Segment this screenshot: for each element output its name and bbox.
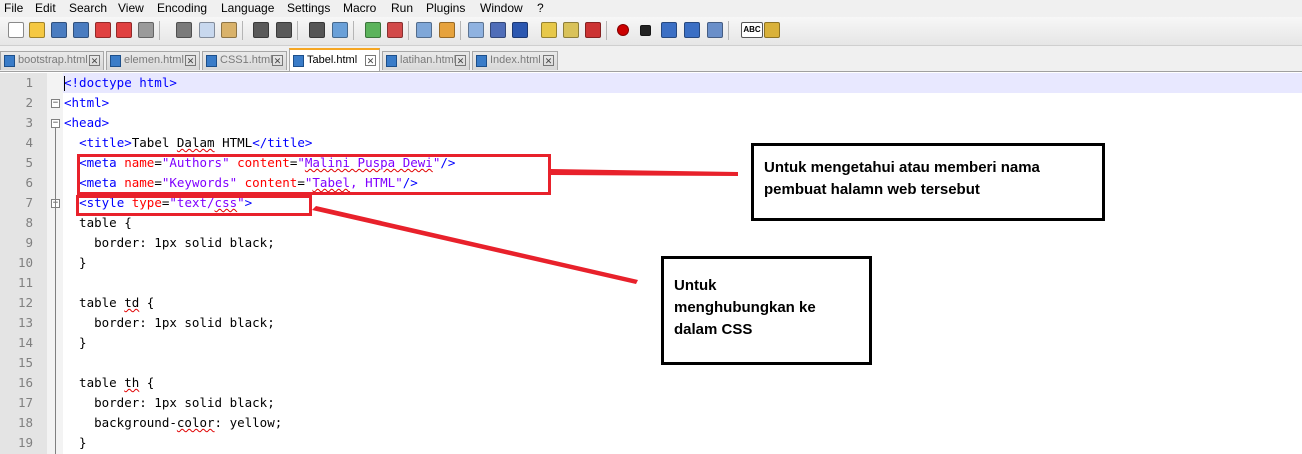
style-annotation-note: Untuk menghubungkan ke dalam CSS: [661, 256, 872, 365]
annotation-arrows: [312, 169, 738, 284]
style-arrow: [312, 206, 638, 284]
style-note-line3: dalam CSS: [674, 321, 753, 338]
text-caret: [64, 76, 65, 91]
fold-guide-line: [55, 128, 56, 454]
meta-arrow: [551, 169, 738, 176]
fold-toggle-icon[interactable]: −: [51, 119, 60, 128]
fold-toggle-icon[interactable]: −: [51, 99, 60, 108]
meta-annotation-note: Untuk mengetahui atau memberi nama pembu…: [751, 143, 1105, 221]
style-note-line1: Untuk: [674, 277, 717, 294]
meta-note-text: Untuk mengetahui atau memberi nama pembu…: [764, 159, 1040, 198]
style-note-line2: menghubungkan ke: [674, 299, 816, 316]
